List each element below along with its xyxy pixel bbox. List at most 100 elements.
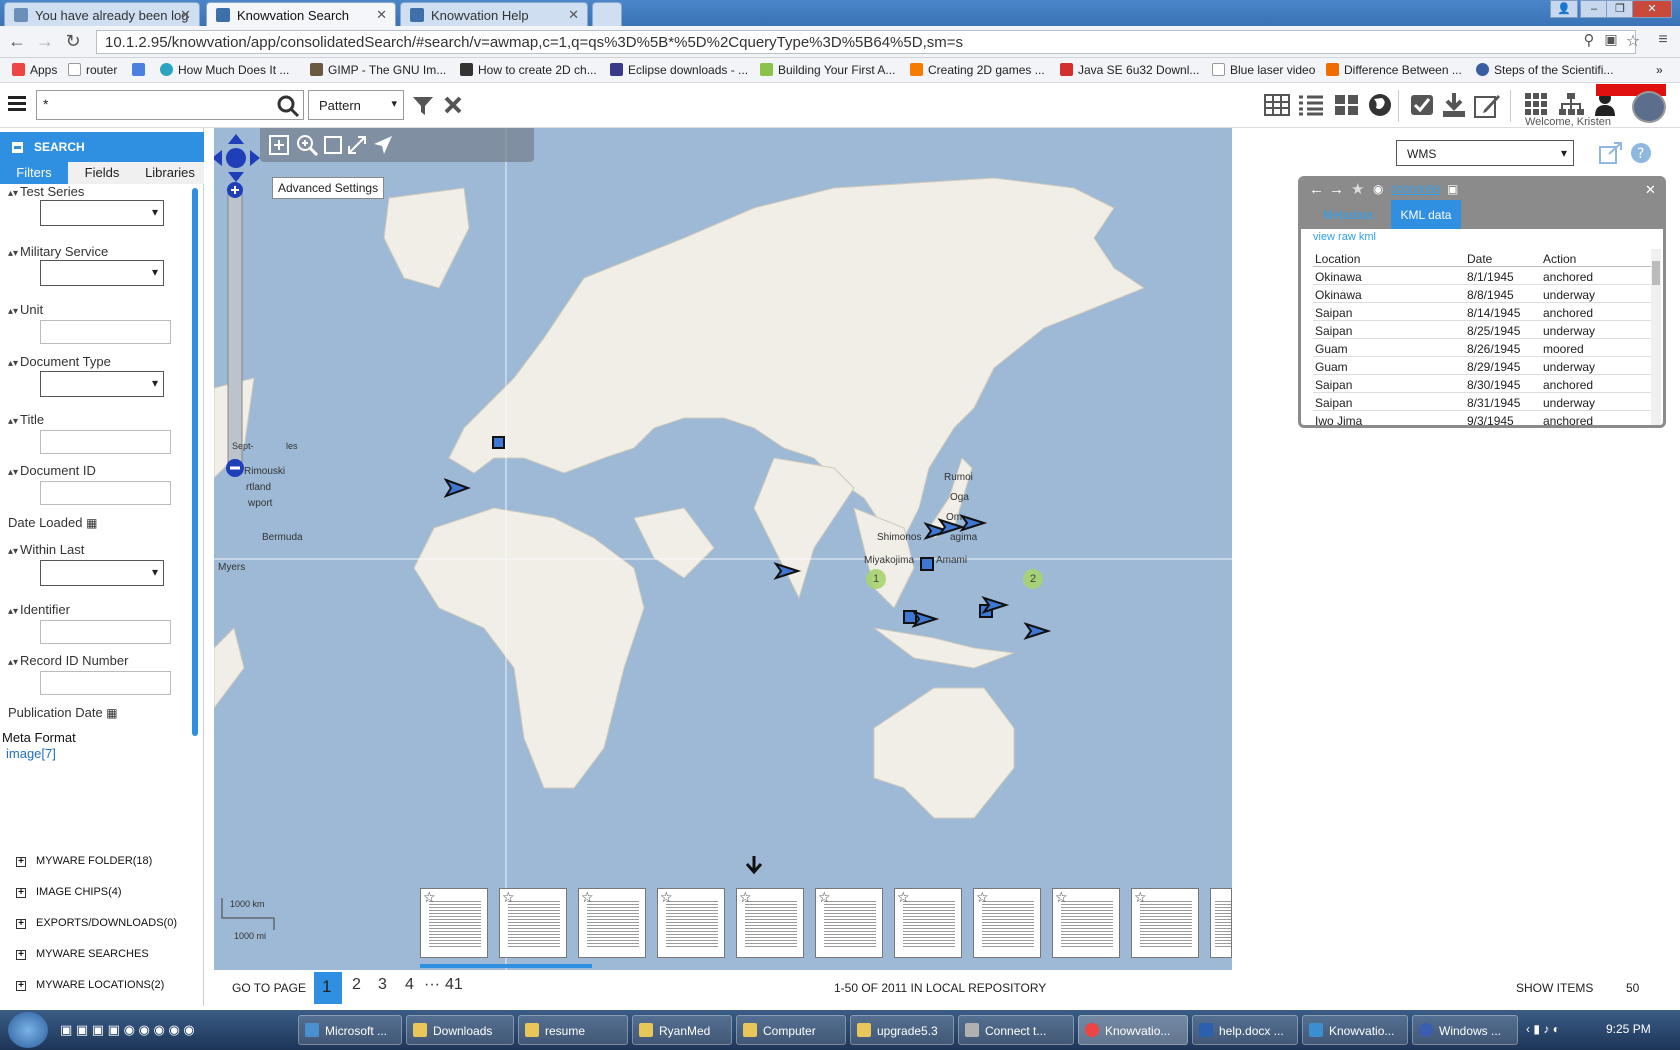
layer-select[interactable]: WMS bbox=[1396, 140, 1574, 166]
star-icon[interactable]: ☆ bbox=[1134, 889, 1147, 906]
taskbar-item[interactable]: resume bbox=[518, 1015, 628, 1045]
star-icon[interactable]: ☆ bbox=[739, 889, 752, 906]
bookmark-apps[interactable]: Apps bbox=[12, 63, 57, 77]
filter-label-unit[interactable]: ▴▾ Unit bbox=[8, 302, 43, 317]
title-input[interactable] bbox=[40, 430, 171, 454]
star-icon[interactable]: ☆ bbox=[897, 889, 910, 906]
hamburger-menu-icon[interactable] bbox=[8, 96, 26, 112]
bookmark-item[interactable]: How to create 2D ch... bbox=[460, 63, 597, 77]
tab-filters[interactable]: Filters bbox=[0, 162, 68, 184]
kml-row[interactable]: Saipan 8/25/1945 underway bbox=[1313, 321, 1651, 339]
meta-format-image-link[interactable]: image[7] bbox=[6, 746, 56, 761]
bookmark-item[interactable]: How Much Does It ... bbox=[160, 63, 289, 77]
filter-label-record-id[interactable]: ▴▾ Record ID Number bbox=[8, 653, 128, 668]
filter-label-document-id[interactable]: ▴▾ Document ID bbox=[8, 463, 96, 478]
location-marker-icon[interactable] bbox=[920, 557, 934, 571]
ship-marker-icon[interactable] bbox=[443, 478, 471, 498]
apps-grid-icon[interactable] bbox=[1524, 92, 1548, 116]
browser-tab-active[interactable]: Knowvation Search ✕ bbox=[206, 2, 396, 26]
bookmark-item[interactable]: Creating 2D games ... bbox=[910, 63, 1045, 77]
star-icon[interactable]: ☆ bbox=[660, 889, 673, 906]
document-id-input[interactable] bbox=[40, 481, 171, 505]
filters-scrollbar[interactable] bbox=[192, 188, 198, 736]
myware-locations-section[interactable]: + MYWARE LOCATIONS(2) bbox=[16, 979, 164, 991]
star-icon[interactable]: ☆ bbox=[423, 889, 436, 906]
star-icon[interactable]: ☆ bbox=[581, 889, 594, 906]
filter-icon[interactable] bbox=[412, 96, 434, 116]
search-section-header[interactable]: SEARCH bbox=[0, 132, 204, 162]
start-button[interactable] bbox=[8, 1012, 48, 1048]
world-map[interactable]: Advanced Settings Sept- les Rimouski rtl… bbox=[214, 128, 1232, 970]
result-thumbnail[interactable]: ☆ bbox=[499, 888, 567, 958]
restore-icon[interactable]: ❐ bbox=[1606, 0, 1634, 18]
unit-input[interactable] bbox=[40, 320, 171, 344]
arrow-down-icon[interactable] bbox=[745, 856, 763, 875]
star-icon[interactable]: ☆ bbox=[818, 889, 831, 906]
military-service-select[interactable] bbox=[40, 260, 164, 286]
taskbar-item[interactable]: upgrade5.3 bbox=[850, 1015, 954, 1045]
document-type-select[interactable] bbox=[40, 371, 164, 397]
filter-label-military-service[interactable]: ▴▾ Military Service bbox=[8, 244, 108, 259]
calendar-icon[interactable]: ▦ bbox=[106, 706, 117, 720]
star-icon[interactable]: ☆ bbox=[976, 889, 989, 906]
list-view-icon[interactable] bbox=[1298, 94, 1324, 116]
bookmark-item[interactable]: Eclipse downloads - ... bbox=[610, 63, 748, 77]
download-icon[interactable] bbox=[1442, 92, 1466, 118]
filter-label-within-last[interactable]: ▴▾ Within Last bbox=[8, 542, 84, 557]
image-icon[interactable]: ▣ bbox=[1447, 182, 1458, 196]
taskbar-item[interactable]: Microsoft ... bbox=[298, 1015, 402, 1045]
kml-row[interactable]: Saipan 8/30/1945 anchored bbox=[1313, 375, 1651, 393]
taskbar-item[interactable]: Downloads bbox=[406, 1015, 514, 1045]
browser-tab[interactable]: You have already been log ✕ bbox=[4, 2, 200, 26]
open-external-icon[interactable] bbox=[1599, 142, 1623, 164]
thumbnail-scrollbar[interactable] bbox=[420, 964, 592, 968]
pattern-select[interactable]: Pattern ▾ bbox=[308, 90, 404, 120]
edit-icon[interactable] bbox=[1474, 92, 1500, 118]
taskbar-item[interactable]: Connect t... bbox=[958, 1015, 1074, 1045]
close-panel-icon[interactable]: ✕ bbox=[1645, 182, 1656, 198]
url-input[interactable]: 10.1.2.95/knowvation/app/consolidatedSea… bbox=[96, 30, 1636, 54]
bookmark-item[interactable]: Steps of the Scientifi... bbox=[1476, 63, 1613, 77]
tab-metadata[interactable]: Metadata bbox=[1305, 200, 1391, 229]
result-thumbnail[interactable]: ☆ bbox=[973, 888, 1041, 958]
tab-kml-data[interactable]: KML data bbox=[1391, 200, 1461, 229]
tab-fields[interactable]: Fields bbox=[68, 162, 136, 184]
taskbar-item[interactable]: RyanMed bbox=[632, 1015, 732, 1045]
ship-marker-icon[interactable] bbox=[959, 514, 988, 532]
star-icon[interactable]: ☆ bbox=[1055, 889, 1068, 906]
kml-row[interactable]: Guam 8/26/1945 moored bbox=[1313, 339, 1651, 357]
page-4-button[interactable]: 4 bbox=[405, 976, 414, 994]
bookmark-item[interactable] bbox=[132, 63, 150, 77]
tab-close-icon[interactable]: ✕ bbox=[376, 7, 387, 23]
hierarchy-icon[interactable] bbox=[1558, 92, 1584, 116]
result-thumbnail[interactable]: ☆ bbox=[1052, 888, 1120, 958]
bookmarks-more[interactable]: » bbox=[1656, 63, 1663, 77]
myware-searches-section[interactable]: + MYWARE SEARCHES bbox=[16, 948, 149, 960]
new-tab-button[interactable] bbox=[592, 2, 622, 26]
globe-map-view-icon[interactable] bbox=[1368, 93, 1392, 117]
kml-scrollbar[interactable] bbox=[1651, 249, 1661, 425]
bookmark-item[interactable]: Java SE 6u32 Downl... bbox=[1060, 63, 1199, 77]
kml-row[interactable]: Iwo Jima 9/3/1945 anchored bbox=[1313, 411, 1651, 425]
quicklaunch-icons[interactable]: ▣ ▣ ▣ ▣ ◉ ◉ ◉ ◉ ◉ bbox=[60, 1022, 195, 1038]
menu-icon[interactable]: ≡ bbox=[1652, 31, 1674, 49]
taskbar-item[interactable]: Computer bbox=[736, 1015, 846, 1045]
calendar-icon[interactable]: ▦ bbox=[86, 516, 97, 530]
bookmark-item[interactable]: Difference Between ... bbox=[1326, 63, 1462, 77]
page-2-button[interactable]: 2 bbox=[352, 976, 361, 994]
page-1-button[interactable]: 1 bbox=[314, 972, 342, 1004]
result-thumbnail[interactable] bbox=[1210, 888, 1232, 958]
star-icon[interactable]: ★ bbox=[1351, 180, 1364, 198]
ship-marker-icon[interactable] bbox=[1023, 622, 1052, 640]
close-window-icon[interactable]: ✕ bbox=[1632, 0, 1672, 18]
ship-marker-icon[interactable] bbox=[773, 562, 802, 580]
bookmark-item[interactable]: Blue laser video bbox=[1212, 63, 1315, 77]
grid-view-icon[interactable] bbox=[1334, 94, 1360, 116]
taskbar-item[interactable]: help.docx ... bbox=[1192, 1015, 1298, 1045]
record-id-link[interactable]: 00000058 bbox=[1391, 184, 1440, 196]
view-icon[interactable]: ◉ bbox=[1373, 182, 1383, 196]
kml-row[interactable]: Okinawa 8/1/1945 anchored bbox=[1313, 267, 1651, 285]
page-41-button[interactable]: 41 bbox=[445, 976, 463, 994]
search-input[interactable]: * bbox=[36, 90, 304, 120]
result-thumbnail[interactable]: ☆ bbox=[736, 888, 804, 958]
